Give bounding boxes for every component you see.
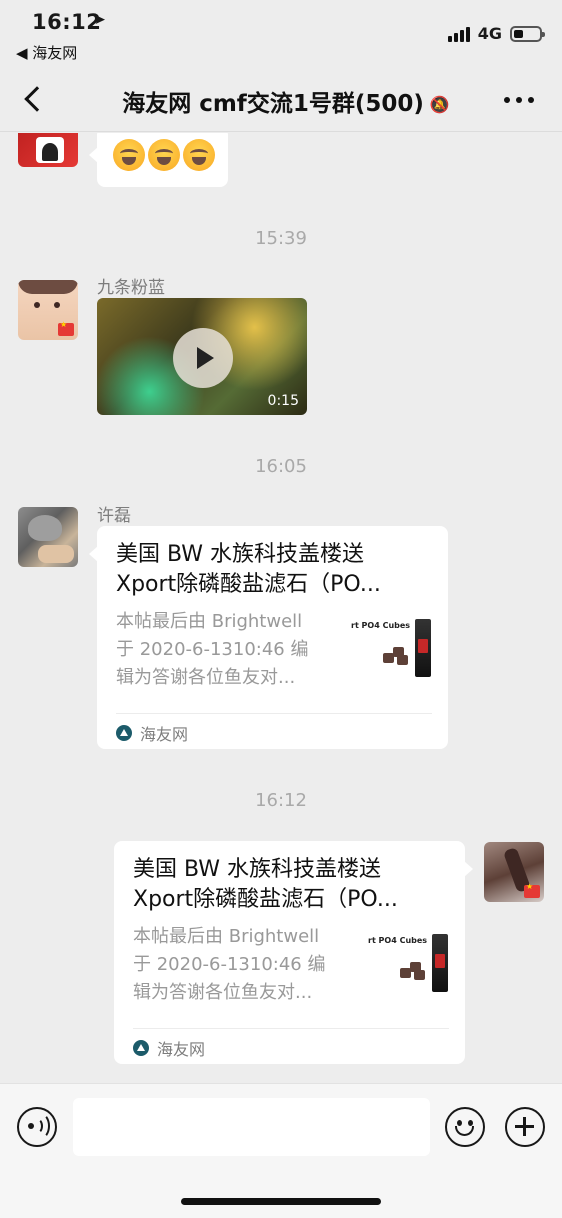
- emoji-message-bubble[interactable]: [89, 133, 228, 187]
- timestamp: 16:05: [255, 456, 307, 477]
- emoji-row: [113, 139, 218, 171]
- link-source: 海友网: [116, 721, 188, 745]
- status-bar: 16:12 ➤ ◀ 海友网 4G: [0, 0, 562, 66]
- link-description: 本帖最后由 Brightwell 于 2020-6-1310:46 编 辑为答谢…: [116, 611, 309, 688]
- rolling-laughing-emoji-icon: [113, 139, 145, 171]
- status-indicators: 4G: [447, 24, 545, 43]
- link-description: 本帖最后由 Brightwell 于 2020-6-1310:46 编 辑为答谢…: [133, 926, 326, 1003]
- link-thumbnail: rt PO4 Cubes: [368, 934, 450, 996]
- video-duration: 0:15: [267, 393, 299, 409]
- link-card[interactable]: 美国 BW 水族科技盖楼送 Xport除磷酸盐滤石（PO... 本帖最后由 Br…: [114, 841, 473, 1064]
- sender-name: 九条粉蓝: [97, 278, 165, 298]
- chat-messages[interactable]: 15:39 九条粉蓝 0:15 16:05 许磊 美国 BW 水族科技盖楼送 X…: [0, 133, 562, 1083]
- source-logo-icon: [133, 1040, 149, 1056]
- battery-icon: [510, 25, 545, 42]
- chat-header: 海友网 cmf交流1号群(500) 🔕: [0, 66, 562, 132]
- plus-icon[interactable]: [505, 1107, 545, 1147]
- bell-slash-icon: 🔕: [429, 95, 450, 114]
- ellipsis-icon: [504, 97, 510, 103]
- home-indicator[interactable]: [181, 1198, 381, 1205]
- avatar[interactable]: [18, 280, 78, 340]
- video-message[interactable]: 0:15: [97, 298, 307, 415]
- network-type: 4G: [477, 24, 502, 43]
- link-source: 海友网: [133, 1036, 205, 1060]
- china-flag-icon: [58, 320, 74, 336]
- link-title: 美国 BW 水族科技盖楼送 Xport除磷酸盐滤石（PO...: [133, 857, 398, 912]
- location-arrow-icon: ➤: [94, 12, 106, 28]
- link-card[interactable]: 美国 BW 水族科技盖楼送 Xport除磷酸盐滤石（PO... 本帖最后由 Br…: [89, 526, 448, 749]
- status-time: 16:12: [32, 10, 102, 34]
- source-logo-icon: [116, 725, 132, 741]
- link-title: 美国 BW 水族科技盖楼送 Xport除磷酸盐滤石（PO...: [116, 542, 381, 597]
- timestamp: 15:39: [255, 228, 307, 249]
- rolling-laughing-emoji-icon: [183, 139, 215, 171]
- china-flag-icon: [524, 882, 540, 898]
- back-to-app-link[interactable]: ◀ 海友网: [16, 42, 77, 63]
- avatar[interactable]: [18, 133, 78, 167]
- more-options-button[interactable]: [504, 97, 534, 103]
- avatar[interactable]: [484, 842, 544, 902]
- chat-title: 海友网 cmf交流1号群(500) 🔕: [0, 84, 562, 118]
- link-thumbnail: rt PO4 Cubes: [351, 619, 433, 681]
- signal-icon: [447, 26, 470, 42]
- chat-title-text: 海友网 cmf交流1号群(500): [122, 91, 424, 117]
- avatar[interactable]: [18, 507, 78, 567]
- smiley-icon[interactable]: [445, 1107, 485, 1147]
- message-input[interactable]: [73, 1098, 430, 1156]
- timestamp: 16:12: [255, 790, 307, 811]
- rolling-laughing-emoji-icon: [148, 139, 180, 171]
- sender-name: 许磊: [97, 506, 131, 526]
- play-icon[interactable]: [173, 328, 233, 388]
- voice-icon[interactable]: [17, 1107, 57, 1147]
